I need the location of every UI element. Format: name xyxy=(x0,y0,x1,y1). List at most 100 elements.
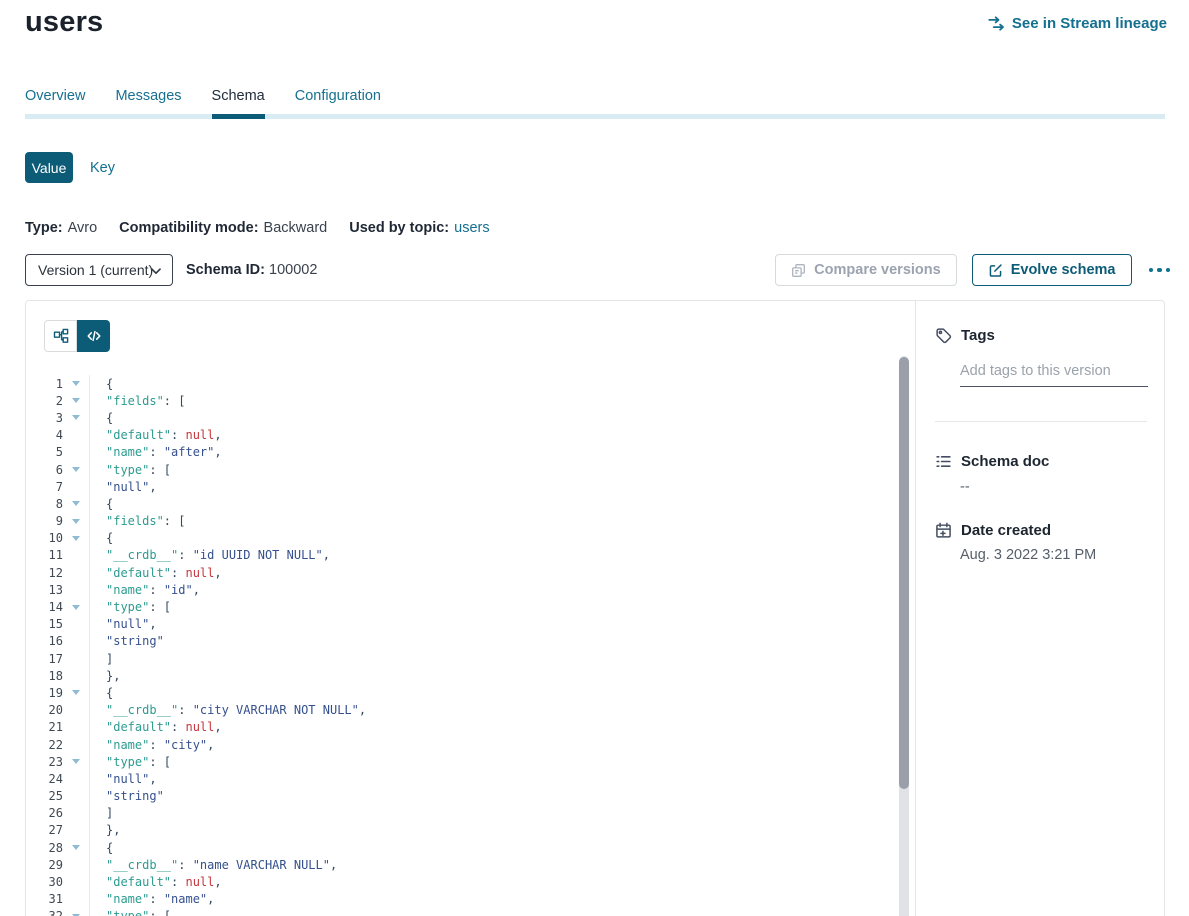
code-line: 24 "null", xyxy=(26,770,915,787)
editor-scrollbar[interactable] xyxy=(899,356,909,916)
sidebar-divider xyxy=(935,421,1147,422)
code-line: 21 "default": null, xyxy=(26,719,915,736)
code-line: 22 "name": "city", xyxy=(26,736,915,753)
schema-meta-row: Type: Avro Compatibility mode: Backward … xyxy=(25,220,490,236)
line-number: 30 xyxy=(26,875,63,889)
scrollbar-thumb[interactable] xyxy=(899,357,909,789)
code-line: 1{ xyxy=(26,375,915,392)
compare-versions-button[interactable]: Compare versions xyxy=(775,254,957,286)
see-in-stream-lineage-link[interactable]: See in Stream lineage xyxy=(988,15,1167,32)
tab-overview[interactable]: Overview xyxy=(25,88,85,114)
value-key-toggle: Value Key xyxy=(25,152,115,183)
code-line: 27 }, xyxy=(26,822,915,839)
tag-icon xyxy=(935,327,952,344)
code-line: 8 { xyxy=(26,495,915,512)
code-line: 18 }, xyxy=(26,667,915,684)
line-number: 5 xyxy=(26,445,63,459)
code-line: 9 "fields": [ xyxy=(26,513,915,530)
code-line: 30 "default": null, xyxy=(26,873,915,890)
doc-list-icon xyxy=(935,453,952,470)
code-line: 4 "default": null, xyxy=(26,427,915,444)
line-number: 26 xyxy=(26,806,63,820)
add-tags-input[interactable] xyxy=(960,363,1148,387)
date-created-section-header: Date created xyxy=(935,522,1148,539)
code-line: 11 "__crdb__": "id UUID NOT NULL", xyxy=(26,547,915,564)
compare-versions-label: Compare versions xyxy=(814,262,941,278)
line-number: 28 xyxy=(26,841,63,855)
line-number: 3 xyxy=(26,411,63,425)
code-line: 16 "string" xyxy=(26,633,915,650)
fold-arrow-icon[interactable] xyxy=(72,398,80,403)
more-options-button[interactable] xyxy=(1147,262,1173,279)
line-number: 7 xyxy=(26,480,63,494)
code-line: 31 "name": "name", xyxy=(26,891,915,908)
schema-doc-heading: Schema doc xyxy=(961,453,1049,470)
schema-details-sidebar: Tags Schema doc -- Date created Aug. 3 2… xyxy=(916,301,1164,916)
fold-arrow-icon[interactable] xyxy=(72,501,80,506)
line-number: 24 xyxy=(26,772,63,786)
lineage-link-label: See in Stream lineage xyxy=(1012,15,1167,32)
tree-view-icon xyxy=(53,328,69,344)
code-line: 12 "default": null, xyxy=(26,564,915,581)
used-by-topic-link[interactable]: users xyxy=(454,220,489,236)
date-created-heading: Date created xyxy=(961,522,1051,539)
code-line: 10 { xyxy=(26,530,915,547)
line-number: 8 xyxy=(26,497,63,511)
tags-heading: Tags xyxy=(961,327,995,344)
schema-code-column: 1{2 "fields": [3 {4 "default": null,5 "n… xyxy=(26,301,916,916)
line-number: 27 xyxy=(26,823,63,837)
evolve-schema-button[interactable]: Evolve schema xyxy=(972,254,1132,286)
calendar-add-icon xyxy=(935,522,952,539)
key-toggle-button[interactable]: Key xyxy=(90,160,115,176)
fold-arrow-icon[interactable] xyxy=(72,381,80,386)
code-line: 25 "string" xyxy=(26,788,915,805)
code-line: 20 "__crdb__": "city VARCHAR NOT NULL", xyxy=(26,702,915,719)
code-view-button[interactable] xyxy=(77,320,110,352)
fold-arrow-icon[interactable] xyxy=(72,759,80,764)
fold-arrow-icon[interactable] xyxy=(72,845,80,850)
chevron-down-icon xyxy=(151,268,161,275)
fold-arrow-icon[interactable] xyxy=(72,415,80,420)
line-number: 22 xyxy=(26,738,63,752)
code-view-icon xyxy=(86,328,102,344)
value-toggle-button[interactable]: Value xyxy=(25,152,73,183)
line-number: 31 xyxy=(26,892,63,906)
line-number: 2 xyxy=(26,394,63,408)
line-number: 20 xyxy=(26,703,63,717)
fold-arrow-icon[interactable] xyxy=(72,605,80,610)
tab-schema[interactable]: Schema xyxy=(212,88,265,119)
version-select[interactable]: Version 1 (current) xyxy=(25,254,173,286)
code-line: 32 "type": [ xyxy=(26,908,915,916)
line-number: 16 xyxy=(26,634,63,648)
code-line: 2 "fields": [ xyxy=(26,392,915,409)
fold-arrow-icon[interactable] xyxy=(72,536,80,541)
version-select-value: Version 1 (current) xyxy=(38,262,153,278)
line-number: 21 xyxy=(26,720,63,734)
code-line: 3 { xyxy=(26,409,915,426)
line-number: 13 xyxy=(26,583,63,597)
schema-id-value: 100002 xyxy=(269,262,317,278)
fold-arrow-icon[interactable] xyxy=(72,519,80,524)
fold-arrow-icon[interactable] xyxy=(72,467,80,472)
schema-doc-value: -- xyxy=(960,479,1148,495)
line-number: 1 xyxy=(26,377,63,391)
code-line: 19 { xyxy=(26,684,915,701)
stream-lineage-icon xyxy=(988,15,1005,32)
code-line: 15 "null", xyxy=(26,616,915,633)
code-line: 17 ] xyxy=(26,650,915,667)
schema-view-toggle xyxy=(44,320,110,352)
line-number: 4 xyxy=(26,428,63,442)
tab-configuration[interactable]: Configuration xyxy=(295,88,381,114)
line-number: 17 xyxy=(26,652,63,666)
date-created-value: Aug. 3 2022 3:21 PM xyxy=(960,547,1148,563)
version-toolbar: Version 1 (current) Schema ID: 100002 Co… xyxy=(25,254,1172,286)
tab-messages[interactable]: Messages xyxy=(115,88,181,114)
type-value: Avro xyxy=(68,220,98,236)
code-line: 7 "null", xyxy=(26,478,915,495)
tree-view-button[interactable] xyxy=(44,320,77,352)
line-number: 32 xyxy=(26,909,63,916)
fold-arrow-icon[interactable] xyxy=(72,690,80,695)
compatibility-mode-label: Compatibility mode: xyxy=(119,220,258,236)
line-number: 11 xyxy=(26,548,63,562)
schema-code-editor[interactable]: 1{2 "fields": [3 {4 "default": null,5 "n… xyxy=(26,375,915,916)
